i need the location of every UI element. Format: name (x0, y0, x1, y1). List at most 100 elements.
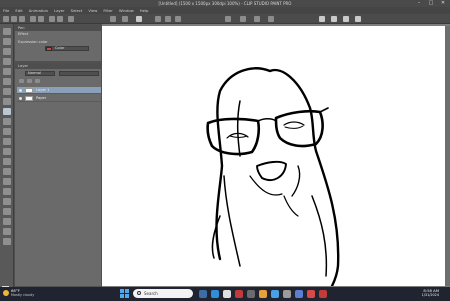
grid-icon[interactable] (165, 16, 171, 22)
layer-panel-title: Layer (15, 63, 101, 69)
clip-studio-taskbar-icon[interactable] (295, 290, 303, 298)
eraser-tool-icon[interactable] (3, 148, 11, 155)
selection-tool-icon[interactable] (3, 68, 11, 75)
edge-browser-icon[interactable] (211, 290, 219, 298)
transform-icon[interactable] (68, 16, 74, 22)
menu-bar: File Edit Animation Layer Select View Fi… (0, 7, 450, 14)
close-button[interactable]: ✕ (437, 0, 449, 7)
app-icon[interactable] (271, 290, 279, 298)
figure-tool-icon[interactable] (3, 188, 11, 195)
minimize-button[interactable]: – (413, 0, 425, 7)
undo-icon[interactable] (30, 16, 36, 22)
tool-property-panel: Pen Effect Expression color Color (14, 24, 102, 62)
gradient-tool-icon[interactable] (3, 178, 11, 185)
perspective-icon[interactable] (240, 16, 246, 22)
app-icon[interactable] (247, 290, 255, 298)
special-ruler-icon[interactable] (225, 16, 231, 22)
pen-tool-icon[interactable] (3, 98, 11, 105)
app-icon[interactable] (307, 290, 315, 298)
opacity-slider[interactable] (59, 71, 99, 76)
ruler-icon[interactable] (155, 16, 161, 22)
layer-row-paper[interactable]: Paper (17, 95, 101, 102)
airbrush-tool-icon[interactable] (3, 128, 11, 135)
text-tool-icon[interactable] (3, 218, 11, 225)
file-explorer-icon[interactable] (199, 290, 207, 298)
menu-animation[interactable]: Animation (26, 7, 51, 14)
window-title: [Untitled] (1500 x 1500px 300dpi 100%) -… (158, 1, 292, 6)
app-icon[interactable] (259, 290, 267, 298)
guide-icon[interactable] (175, 16, 181, 22)
layer-option-icon[interactable] (19, 79, 24, 83)
decoration-tool-icon[interactable] (3, 138, 11, 145)
color-set-icon[interactable] (343, 16, 349, 22)
tool-palette (0, 24, 14, 297)
correct-line-tool-icon[interactable] (3, 238, 11, 245)
menu-select[interactable]: Select (68, 7, 86, 14)
sketch-drawing (206, 67, 340, 288)
app-icon[interactable] (235, 290, 243, 298)
taskbar-search-box[interactable]: Search (133, 289, 193, 298)
deselect-icon[interactable] (110, 16, 116, 22)
blend-tool-icon[interactable] (3, 158, 11, 165)
save-icon[interactable] (19, 16, 25, 22)
rotate-icon[interactable] (268, 16, 274, 22)
zoom-tool-icon[interactable] (3, 28, 11, 35)
drawing-canvas[interactable] (102, 26, 445, 288)
store-icon[interactable] (223, 290, 231, 298)
menu-filter[interactable]: Filter (100, 7, 115, 14)
weather-icon[interactable] (3, 290, 9, 296)
layer-thumbnail (25, 88, 33, 93)
menu-file[interactable]: File (0, 7, 12, 14)
sub-tool-title: Pen (15, 25, 101, 31)
app-icon[interactable] (319, 290, 327, 298)
clear-icon[interactable] (49, 16, 55, 22)
color-slider-icon[interactable] (331, 16, 337, 22)
menu-layer[interactable]: Layer (51, 7, 68, 14)
select-all-icon[interactable] (122, 16, 128, 22)
fill-icon[interactable] (57, 16, 63, 22)
menu-help[interactable]: Help (137, 7, 152, 14)
windows-logo-pane (120, 294, 124, 298)
pencil-tool-icon[interactable] (3, 108, 11, 115)
new-file-icon[interactable] (3, 16, 9, 22)
app-icon[interactable] (283, 290, 291, 298)
windows-logo-icon (120, 289, 124, 293)
canvas-area[interactable] (102, 24, 450, 288)
visibility-eye-icon[interactable] (19, 97, 22, 100)
operation-tool-icon[interactable] (3, 48, 11, 55)
frame-tool-icon[interactable] (3, 198, 11, 205)
layer-row-layer-1[interactable]: Layer 1 (17, 87, 101, 94)
brush-tool-icon[interactable] (3, 118, 11, 125)
new-layer-icon[interactable] (27, 79, 32, 83)
weather-description[interactable]: Mostly cloudy (11, 293, 34, 298)
visibility-eye-icon[interactable] (19, 89, 22, 92)
effect-label: Effect (18, 32, 29, 36)
vertical-scrollbar[interactable] (445, 26, 450, 286)
color-circle-icon[interactable] (319, 16, 325, 22)
balloon-tool-icon[interactable] (3, 228, 11, 235)
fill-tool-icon[interactable] (3, 168, 11, 175)
search-placeholder: Search (144, 291, 158, 296)
title-bar: [Untitled] (1500 x 1500px 300dpi 100%) -… (0, 0, 450, 7)
menu-edit[interactable]: Edit (12, 7, 25, 14)
start-button[interactable] (120, 289, 129, 298)
clock-date[interactable]: 1/31/2024 (417, 293, 439, 298)
menu-window[interactable]: Window (116, 7, 137, 14)
search-icon (137, 291, 141, 295)
eyedropper-tool-icon[interactable] (3, 88, 11, 95)
delete-layer-icon[interactable] (35, 79, 40, 83)
maximize-button[interactable]: □ (425, 0, 437, 7)
move-layer-tool-icon[interactable] (3, 58, 11, 65)
layer-name: Paper (36, 96, 47, 100)
move-tool-icon[interactable] (3, 38, 11, 45)
ruler-tool-icon[interactable] (3, 208, 11, 215)
windows-logo-pane (125, 289, 129, 293)
redo-icon[interactable] (38, 16, 44, 22)
open-file-icon[interactable] (11, 16, 17, 22)
layer-thumbnail (25, 96, 33, 101)
zoom-icon[interactable] (254, 16, 260, 22)
intermediate-color-icon[interactable] (355, 16, 361, 22)
menu-view[interactable]: View (85, 7, 100, 14)
snap-icon[interactable] (136, 16, 142, 22)
auto-select-tool-icon[interactable] (3, 78, 11, 85)
